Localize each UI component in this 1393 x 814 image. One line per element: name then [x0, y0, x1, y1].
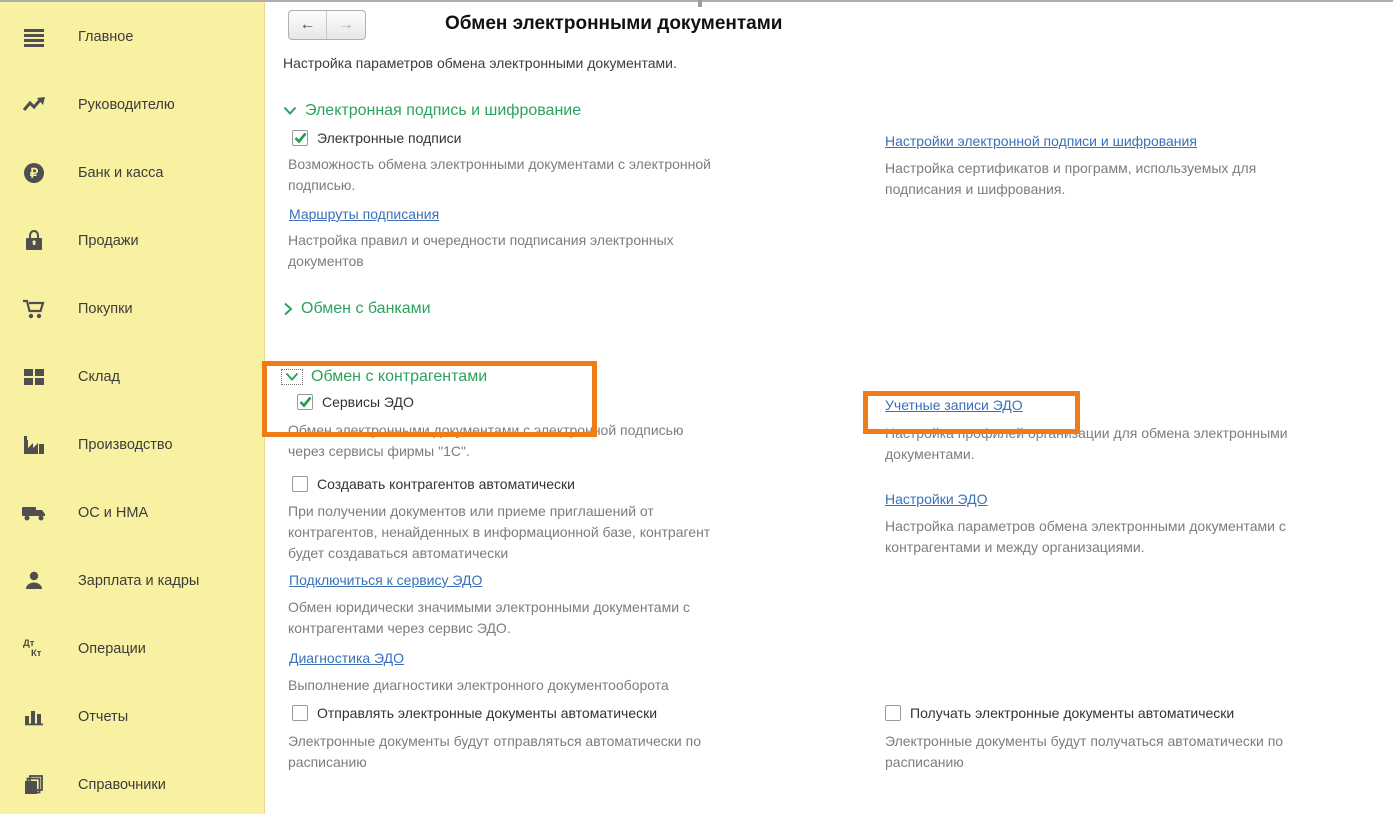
sidebar-item-label: Отчеты [78, 709, 128, 725]
edo-settings-link[interactable]: Настройки ЭДО [885, 491, 988, 507]
chevron-down-icon [283, 106, 297, 116]
esign-settings-link[interactable]: Настройки электронной подписи и шифрован… [885, 133, 1197, 149]
description: Настройка сертификатов и программ, испол… [885, 158, 1256, 200]
section-header-banks[interactable]: Обмен с банками [283, 300, 431, 318]
factory-icon [20, 431, 48, 459]
signing-routes-link[interactable]: Маршруты подписания [289, 206, 439, 222]
sidebar-item-label: Главное [78, 29, 133, 45]
esign-signatures-checkbox-row[interactable]: Электронные подписи [292, 130, 461, 146]
description: Настройка профилей организации для обмен… [885, 423, 1288, 465]
description: При получении документов или приеме приг… [288, 501, 710, 564]
section-header-counterparties[interactable]: Обмен с контрагентами [281, 368, 487, 386]
truck-icon [20, 499, 48, 527]
auto-receive-checkbox-row[interactable]: Получать электронные документы автоматич… [885, 705, 1234, 721]
menu-icon [20, 23, 48, 51]
checkbox-checked-icon[interactable] [297, 394, 313, 410]
grid-icon [20, 363, 48, 391]
checkbox-unchecked-icon[interactable] [292, 705, 308, 721]
dt-kt-icon: Дт Кт [20, 635, 48, 663]
history-nav: ← → [288, 10, 366, 40]
section-title: Электронная подпись и шифрование [305, 102, 581, 120]
edo-diagnostics-link[interactable]: Диагностика ЭДО [289, 650, 404, 666]
sidebar-item-label: Продажи [78, 233, 139, 249]
section-title: Обмен с контрагентами [311, 368, 487, 386]
sidebar-item-production[interactable]: Производство [0, 420, 265, 470]
checkbox-label: Получать электронные документы автоматич… [910, 705, 1234, 721]
checkbox-checked-icon[interactable] [292, 130, 308, 146]
bag-icon [20, 227, 48, 255]
sidebar-item-manager[interactable]: Руководителю [0, 80, 265, 130]
checkbox-label: Сервисы ЭДО [322, 394, 414, 410]
auto-create-counterparties-checkbox-row[interactable]: Создавать контрагентов автоматически [292, 476, 575, 492]
sidebar-item-purchases[interactable]: Покупки [0, 284, 265, 334]
sidebar-item-sales[interactable]: Продажи [0, 216, 265, 266]
connect-edo-service-link[interactable]: Подключиться к сервису ЭДО [289, 572, 482, 588]
sidebar-item-label: Производство [78, 437, 173, 453]
sidebar-item-label: Банк и касса [78, 165, 163, 181]
description: Настройка параметров обмена электронными… [885, 516, 1286, 558]
chevron-right-icon [283, 302, 293, 316]
checkbox-unchecked-icon[interactable] [292, 476, 308, 492]
auto-send-checkbox-row[interactable]: Отправлять электронные документы автомат… [292, 705, 657, 721]
section-title: Обмен с банками [301, 300, 431, 318]
description: Электронные документы будут отправляться… [288, 731, 701, 773]
page-title: Обмен электронными документами [445, 13, 782, 35]
bar-chart-icon [20, 703, 48, 731]
ruble-coin-icon: ₽ [20, 159, 48, 187]
chevron-down-icon [281, 369, 303, 385]
sidebar-item-main[interactable]: Главное [0, 12, 265, 62]
checkbox-label: Электронные подписи [317, 130, 461, 146]
sidebar-item-salary-hr[interactable]: Зарплата и кадры [0, 556, 265, 606]
description: Настройка правил и очередности подписани… [288, 230, 674, 272]
checkbox-unchecked-icon[interactable] [885, 705, 901, 721]
page-subtitle: Настройка параметров обмена электронными… [283, 55, 677, 71]
top-scroll-tick [698, 0, 702, 7]
sidebar-item-warehouse[interactable]: Склад [0, 352, 265, 402]
books-icon [20, 771, 48, 799]
forward-button[interactable]: → [327, 11, 365, 39]
edo-accounts-link[interactable]: Учетные записи ЭДО [885, 397, 1023, 413]
sidebar-item-label: Склад [78, 369, 120, 385]
person-icon [20, 567, 48, 595]
sidebar-item-operations[interactable]: Дт Кт Операции [0, 624, 265, 674]
cart-icon [20, 295, 48, 323]
edo-services-checkbox-row[interactable]: Сервисы ЭДО [297, 394, 414, 410]
description: Выполнение диагностики электронного доку… [288, 675, 669, 696]
sidebar-item-label: Операции [78, 641, 146, 657]
sidebar-item-label: Покупки [78, 301, 133, 317]
description: Обмен электронными документами с электро… [288, 420, 683, 462]
description: Возможность обмена электронными документ… [288, 154, 711, 196]
sidebar: Главное Руководителю ₽ Банк и касса Прод… [0, 2, 265, 814]
sidebar-item-fixed-assets[interactable]: ОС и НМА [0, 488, 265, 538]
sidebar-item-label: ОС и НМА [78, 505, 148, 521]
sidebar-item-label: Руководителю [78, 97, 175, 113]
svg-text:₽: ₽ [30, 166, 39, 181]
description: Электронные документы будут получаться а… [885, 731, 1283, 773]
description: Обмен юридически значимыми электронными … [288, 597, 690, 639]
sidebar-item-reports[interactable]: Отчеты [0, 692, 265, 742]
back-button[interactable]: ← [289, 11, 327, 39]
sidebar-item-label: Зарплата и кадры [78, 573, 199, 589]
trend-icon [20, 91, 48, 119]
section-header-esign[interactable]: Электронная подпись и шифрование [283, 102, 581, 120]
sidebar-item-label: Справочники [78, 777, 166, 793]
checkbox-label: Отправлять электронные документы автомат… [317, 705, 657, 721]
sidebar-item-directories[interactable]: Справочники [0, 760, 265, 810]
checkbox-label: Создавать контрагентов автоматически [317, 476, 575, 492]
sidebar-item-bank-cash[interactable]: ₽ Банк и касса [0, 148, 265, 198]
